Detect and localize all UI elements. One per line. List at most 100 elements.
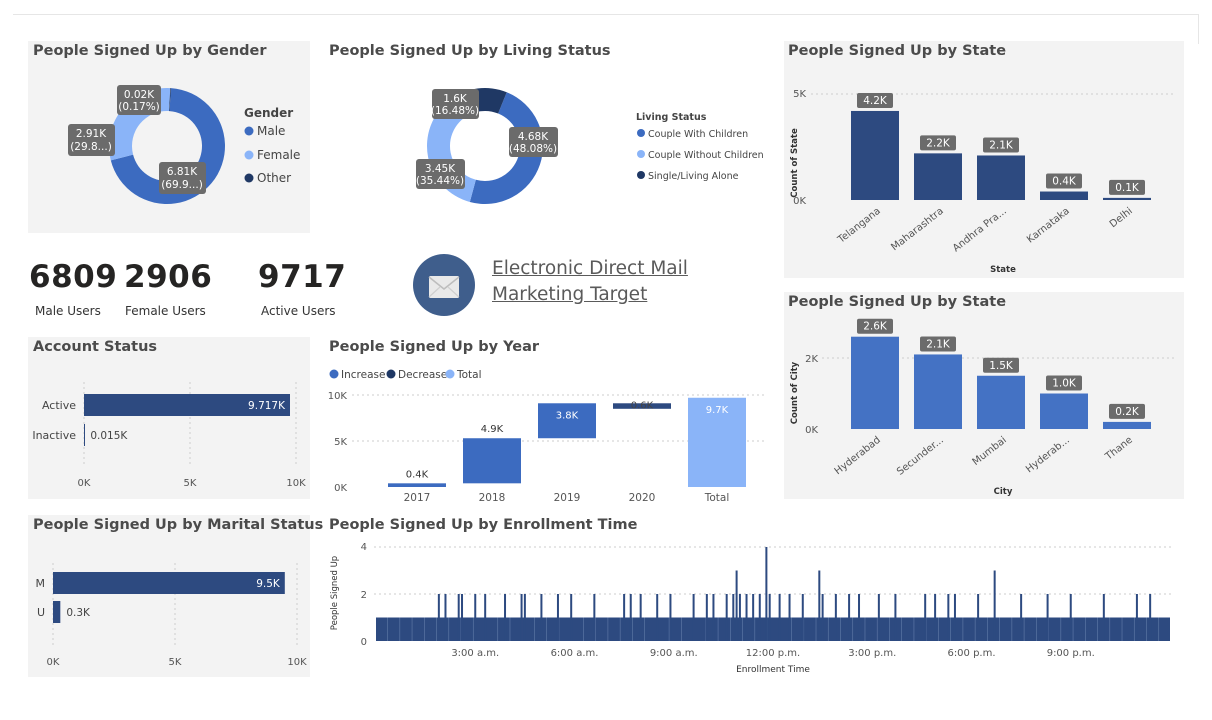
account-bar[interactable]	[84, 424, 85, 446]
enrollment-bar[interactable]	[834, 594, 837, 641]
enrollment-bar[interactable]	[858, 594, 861, 641]
state-bar[interactable]	[914, 153, 962, 200]
enrollment-bar[interactable]	[1149, 594, 1152, 641]
enrollment-bar[interactable]	[993, 570, 996, 642]
enrollment-bar[interactable]	[1046, 594, 1049, 641]
enrollment-bar[interactable]	[1020, 594, 1023, 641]
enrollment-bar[interactable]	[474, 594, 477, 641]
gender-legend-female[interactable]: Female	[244, 148, 301, 162]
enrollment-bar[interactable]	[953, 594, 956, 641]
city-panel[interactable]: People Signed Up by State Count of City …	[784, 292, 1184, 499]
enrollment-panel[interactable]: People Signed Up by Enrollment Time Peop…	[324, 515, 1184, 677]
enrollment-bar[interactable]	[1069, 594, 1072, 641]
enrollment-bar[interactable]	[523, 594, 526, 641]
enrollment-bar[interactable]	[735, 570, 738, 642]
gender-legend-male[interactable]: Male	[244, 124, 286, 138]
enrollment-bar[interactable]	[461, 594, 464, 641]
enrollment-bar[interactable]	[629, 594, 632, 641]
enrollment-bar[interactable]	[848, 594, 851, 641]
city-bar-chart[interactable]: Count of City 2K 0K City 2.6K Hyderabad 2.…	[784, 292, 1184, 499]
enrollment-bar[interactable]	[669, 594, 672, 641]
year-bar[interactable]	[388, 483, 446, 487]
state-bar-chart[interactable]: Count of State 5K 0K State 4.2K Telangana…	[784, 41, 1184, 278]
enrollment-bar[interactable]	[924, 594, 927, 641]
enrollment-bar[interactable]	[540, 594, 543, 641]
city-bar[interactable]	[914, 354, 962, 429]
year-legend-total[interactable]: Total	[445, 369, 482, 381]
state-bar[interactable]	[1040, 191, 1088, 200]
enrollment-bar-chart[interactable]: People Signed Up 4 2 0 Enrollment Time 3…	[324, 515, 1184, 677]
enrollment-bar[interactable]	[705, 594, 708, 641]
enrollment-bar[interactable]	[947, 594, 950, 641]
living-legend-cwc[interactable]: Couple With Children	[637, 129, 748, 140]
enrollment-bar[interactable]	[768, 594, 771, 641]
enrollment-bar[interactable]	[623, 594, 626, 641]
enrollment-bar[interactable]	[758, 594, 761, 641]
enrollment-bar[interactable]	[712, 594, 715, 641]
mail-link-line1[interactable]: Electronic Direct Mail	[492, 258, 688, 279]
enrollment-bar[interactable]	[484, 594, 487, 641]
enrollment-bar[interactable]	[556, 594, 559, 641]
city-bar[interactable]	[1103, 421, 1151, 429]
city-bar[interactable]	[977, 375, 1025, 429]
living-donut-svg[interactable]: 1.6K (16.48%) 4.68K (48.08%) 3.45K (35.4…	[324, 41, 769, 233]
enrollment-bar[interactable]	[504, 594, 507, 641]
enrollment-bar[interactable]	[437, 594, 440, 641]
enrollment-bar[interactable]	[778, 594, 781, 641]
enrollment-bar[interactable]	[801, 594, 804, 641]
enrollment-bar[interactable]	[765, 547, 768, 641]
year-legend-increase[interactable]: Increase	[329, 369, 386, 381]
enrollment-bar[interactable]	[821, 594, 824, 641]
enrollment-bar[interactable]	[738, 594, 741, 641]
enrollment-bar[interactable]	[639, 594, 642, 641]
state-data-label: 2.1K	[989, 139, 1014, 151]
gender-legend-other[interactable]: Other	[244, 171, 292, 185]
enrollment-bar[interactable]	[520, 594, 523, 641]
enrollment-bar[interactable]	[788, 594, 791, 641]
city-data-label: 0.2K	[1115, 406, 1140, 418]
gender-panel[interactable]: People Signed Up by Gender 0.02K (0.17%)…	[28, 41, 310, 233]
enrollment-bar[interactable]	[1102, 594, 1105, 641]
city-bar[interactable]	[851, 336, 899, 429]
state-bar[interactable]	[1103, 197, 1151, 200]
enrollment-bar[interactable]	[977, 594, 980, 641]
year-bar[interactable]	[463, 438, 521, 484]
enrollment-bar[interactable]	[752, 594, 755, 641]
marital-bar-chart[interactable]: 0K 5K 10K M 9.5K U 0.3K	[28, 515, 310, 677]
enrollment-bar[interactable]	[894, 594, 897, 641]
enrollment-bar[interactable]	[725, 594, 728, 641]
svg-text:1.6K: 1.6K	[443, 93, 468, 105]
enrollment-bar[interactable]	[570, 594, 573, 641]
living-legend-cwoc[interactable]: Couple Without Children	[637, 150, 764, 161]
mail-link-line2[interactable]: Marketing Target	[492, 284, 647, 305]
state-bar[interactable]	[977, 155, 1025, 200]
enrollment-bar[interactable]	[934, 594, 937, 641]
state-panel[interactable]: People Signed Up by State Count of State…	[784, 41, 1184, 278]
enrollment-bar[interactable]	[444, 594, 447, 641]
year-legend-decrease[interactable]: Decrease	[386, 369, 448, 381]
account-panel[interactable]: Account Status 0K 5K 10K Active 9.717K Ina…	[28, 337, 310, 499]
enrollment-bar[interactable]	[656, 594, 659, 641]
enrollment-bar[interactable]	[593, 594, 596, 641]
enrollment-bars-dense[interactable]	[376, 617, 1170, 642]
account-bar-chart[interactable]: 0K 5K 10K Active 9.717K Inactive 0.015K	[28, 337, 310, 499]
enrollment-bar[interactable]	[692, 594, 695, 641]
enrollment-bar[interactable]	[457, 594, 460, 641]
enrollment-bar[interactable]	[1135, 594, 1138, 641]
gender-donut-svg[interactable]: 0.02K (0.17%) 2.91K (29.8...) 6.81K (69.…	[28, 41, 310, 233]
marital-bar[interactable]	[53, 572, 285, 594]
marital-bar[interactable]	[53, 601, 61, 623]
enrollment-bar[interactable]	[818, 570, 821, 642]
mail-icon[interactable]	[413, 254, 475, 316]
year-waterfall-chart[interactable]: Increase Decrease Total 10K 5K 0K 0.4K 20…	[324, 337, 769, 507]
enrollment-ytick-0: 0	[361, 637, 367, 648]
city-bar[interactable]	[1040, 393, 1088, 430]
enrollment-bar[interactable]	[732, 594, 735, 641]
enrollment-bar[interactable]	[877, 594, 880, 641]
year-panel[interactable]: People Signed Up by Year Increase Decrea…	[324, 337, 769, 507]
living-legend-single[interactable]: Single/Living Alone	[637, 171, 739, 182]
marital-panel[interactable]: People Signed Up by Marital Status 0K 5K…	[28, 515, 323, 677]
state-bar[interactable]	[851, 110, 899, 200]
living-panel[interactable]: People Signed Up by Living Status 1.6K (…	[324, 41, 769, 233]
enrollment-bar[interactable]	[745, 594, 748, 641]
